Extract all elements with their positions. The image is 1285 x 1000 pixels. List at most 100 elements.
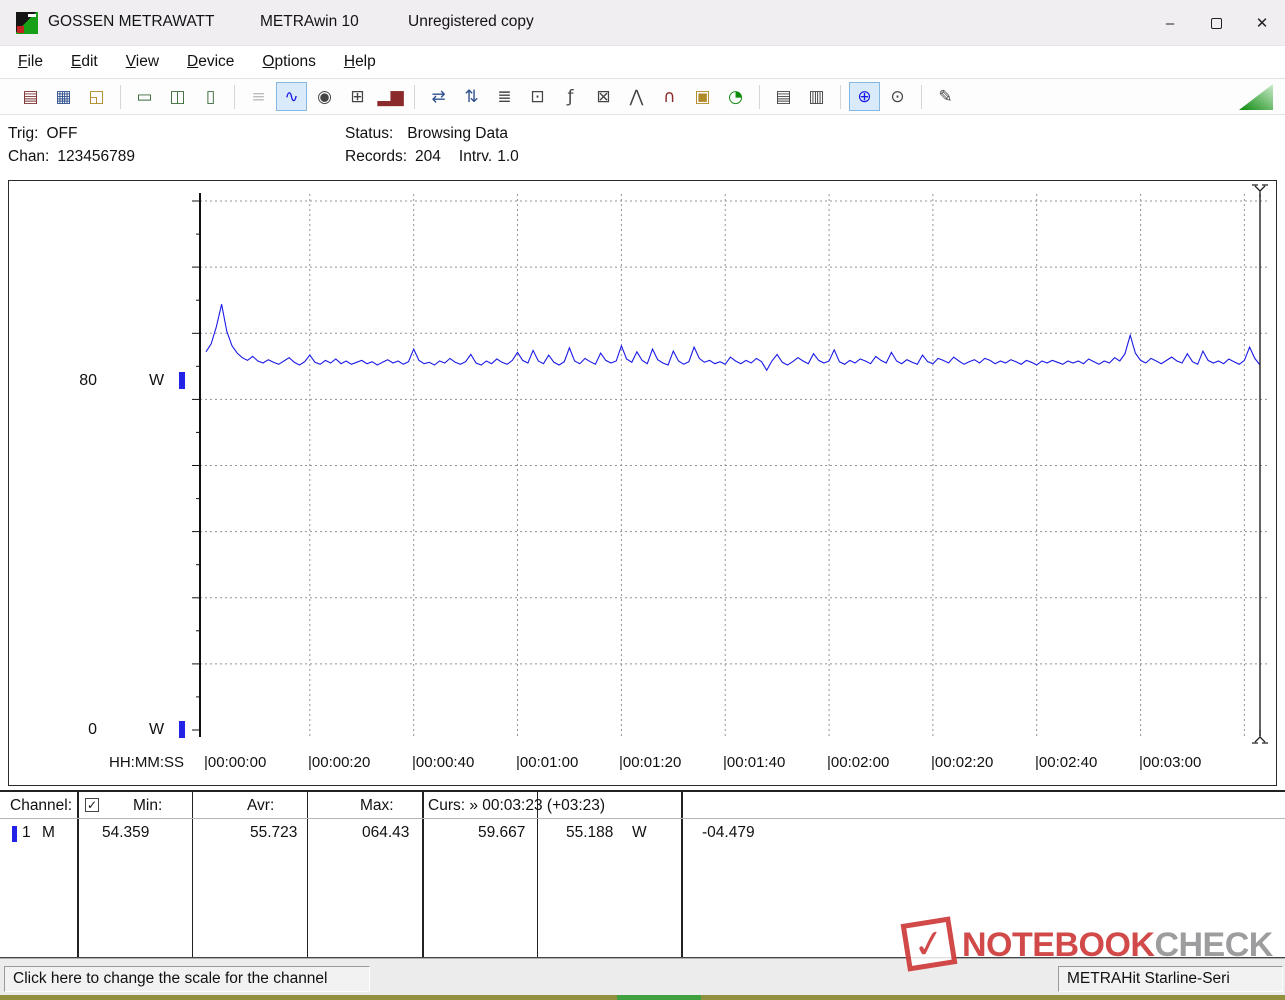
memory-card-eject-button[interactable]: ▯ <box>195 82 226 111</box>
device-upload-button[interactable]: ⇄ <box>423 82 454 111</box>
table-header-divider <box>0 818 1285 819</box>
trigger-status: Trig: OFF <box>8 125 77 143</box>
device-monitor-button[interactable]: ⊡ <box>522 82 553 111</box>
device-download-button[interactable]: ⇅ <box>456 82 487 111</box>
menu-bar: FileEditViewDeviceOptionsHelp <box>0 46 1285 78</box>
table-divider <box>307 792 308 957</box>
window-controls: – ✕ <box>1147 0 1285 46</box>
col-header-max: Max: <box>360 797 394 815</box>
chan-value: 123456789 <box>57 148 135 165</box>
trend-plot[interactable] <box>9 181 1275 784</box>
row-delta-value: -04.479 <box>702 824 755 842</box>
x-tick-label: |00:01:20 <box>619 754 681 771</box>
save-file-button[interactable]: ▦ <box>48 82 79 111</box>
row-cursor-a-value: 59.667 <box>478 824 525 842</box>
min-max-button[interactable]: ⋀ <box>621 82 652 111</box>
annotation-button[interactable]: ✎ <box>930 82 961 111</box>
print-preview-button[interactable]: ▤ <box>768 82 799 111</box>
interval-label: Intrv. <box>459 148 492 165</box>
titlebar-vendor: GOSSEN METRAWATT <box>48 13 214 31</box>
row-min-value: 54.359 <box>102 824 149 842</box>
col-header-cursor[interactable]: Curs: » 00:03:23 (+03:23) <box>428 797 605 815</box>
x-tick-label: |00:02:20 <box>931 754 993 771</box>
table-divider <box>537 792 538 957</box>
maximize-icon <box>1211 18 1222 29</box>
status-value: Browsing Data <box>407 125 508 142</box>
print-button[interactable]: ▥ <box>801 82 832 111</box>
channel-color-marker <box>12 826 17 842</box>
x-tick-label: |00:01:40 <box>723 754 785 771</box>
memory-card-read-button[interactable]: ▭ <box>129 82 160 111</box>
view-trend-chart-button[interactable]: ∿ <box>276 82 307 111</box>
menu-device[interactable]: Device <box>173 48 248 76</box>
menu-help[interactable]: Help <box>330 48 390 76</box>
row-unit: W <box>632 824 647 842</box>
table-divider <box>681 792 683 957</box>
status-label: Status: <box>345 125 393 142</box>
display-values-button[interactable]: ⊠ <box>588 82 619 111</box>
watermark-word1: NOTEBOOK <box>962 926 1154 964</box>
records-label: Records: <box>345 148 407 165</box>
import-file-button[interactable]: ▤ <box>15 82 46 111</box>
cursor-handle-bottom[interactable] <box>1252 730 1268 743</box>
chart-area: 80 W 0 W HH:MM:SS |00:00:00|00:00:20|00:… <box>8 180 1277 786</box>
formula-button[interactable]: ƒ <box>555 82 586 111</box>
x-tick-label: |00:00:40 <box>412 754 474 771</box>
table-divider <box>422 792 424 957</box>
row-cursor-b-value: 55.188 <box>566 824 613 842</box>
toolbar-separator <box>414 85 415 109</box>
toolbar: ▤▦◱▭◫▯≡∿◉⊞▂▆⇄⇅≣⊡ƒ⊠⋀∩▣◔▤▥⊕⊙✎ <box>0 78 1285 115</box>
menu-edit[interactable]: Edit <box>57 48 112 76</box>
menu-file[interactable]: File <box>4 48 57 76</box>
view-data-table-button[interactable]: ⊞ <box>342 82 373 111</box>
envelope-button[interactable]: ∩ <box>654 82 685 111</box>
menu-options[interactable]: Options <box>248 48 329 76</box>
titlebar-license: Unregistered copy <box>408 13 534 31</box>
resize-corner-icon <box>1239 84 1273 110</box>
menu-view[interactable]: View <box>112 48 173 76</box>
cursor-handle-top[interactable] <box>1252 185 1268 197</box>
open-folder-button[interactable]: ◱ <box>81 82 112 111</box>
zoom-curve-button[interactable]: ⊕ <box>849 82 880 111</box>
timer-button[interactable]: ◔ <box>720 82 751 111</box>
app-status: Status: Browsing Data <box>345 125 508 143</box>
minimize-button[interactable]: – <box>1147 0 1193 46</box>
x-tick-label: |00:00:00 <box>204 754 266 771</box>
bottom-edge-strip <box>0 995 1285 1000</box>
view-analog-meter-button[interactable]: ◉ <box>309 82 340 111</box>
table-divider <box>192 792 193 957</box>
row-avr-value: 55.723 <box>250 824 297 842</box>
x-tick-label: |00:03:00 <box>1139 754 1201 771</box>
memory-card-write-button[interactable]: ◫ <box>162 82 193 111</box>
interval-value: 1.0 <box>497 148 519 165</box>
notebookcheck-watermark: ✓ NOTEBOOKCHECK <box>898 912 1270 976</box>
view-histogram-button[interactable]: ▂▆ <box>375 82 406 111</box>
app-logo-icon <box>16 12 38 34</box>
row-channel-mode: M <box>42 824 55 842</box>
x-tick-label: |00:00:20 <box>308 754 370 771</box>
row-max-value: 064.43 <box>362 824 409 842</box>
bottom-edge-strip-green <box>617 995 701 1000</box>
zoom-window-button[interactable]: ⊙ <box>882 82 913 111</box>
toolbar-separator <box>120 85 121 109</box>
trig-label: Trig: <box>8 125 38 142</box>
maximize-button[interactable] <box>1193 0 1239 46</box>
title-bar: GOSSEN METRAWATT METRAwin 10 Unregistere… <box>0 0 1285 46</box>
channel-visibility-checkbox[interactable]: ✓ <box>85 798 99 812</box>
toolbar-separator <box>921 85 922 109</box>
trig-value: OFF <box>46 125 77 142</box>
watermark-text: NOTEBOOKCHECK <box>962 926 1273 965</box>
chan-label: Chan: <box>8 148 49 165</box>
copy-graph-button[interactable]: ▣ <box>687 82 718 111</box>
toolbar-separator <box>759 85 760 109</box>
row-channel-number[interactable]: 1 <box>22 824 31 842</box>
titlebar-app-name: METRAwin 10 <box>260 13 359 31</box>
device-config-button[interactable]: ≣ <box>489 82 520 111</box>
channel-status: Chan: 123456789 <box>8 148 135 166</box>
x-tick-label: |00:01:00 <box>516 754 578 771</box>
view-numeric-button[interactable]: ≡ <box>243 82 274 111</box>
close-button[interactable]: ✕ <box>1239 0 1285 46</box>
toolbar-separator <box>234 85 235 109</box>
col-header-channel: Channel: <box>10 797 72 815</box>
scale-hint-cell[interactable]: Click here to change the scale for the c… <box>4 966 370 992</box>
